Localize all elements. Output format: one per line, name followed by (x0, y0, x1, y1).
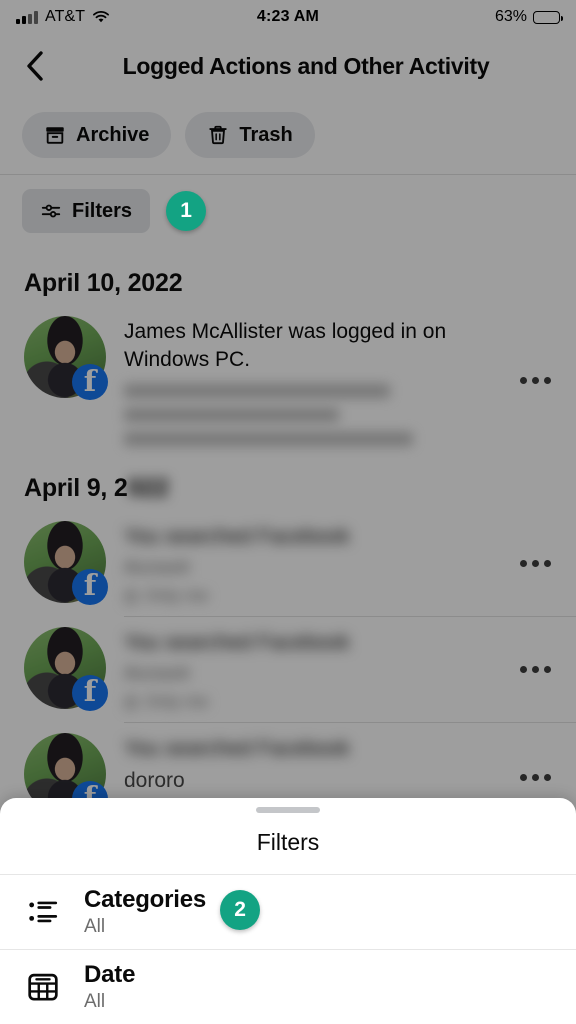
bulleted-list-icon (22, 891, 64, 933)
facebook-icon: f (72, 674, 108, 711)
activity-subtitle: dororo (124, 768, 185, 792)
page-title: Logged Actions and Other Activity (122, 52, 490, 79)
date-header-text-blurred: 022 (127, 473, 169, 502)
lock-icon (125, 589, 137, 604)
filter-row-text: Categories All (84, 886, 206, 938)
filter-value: All (84, 991, 106, 1012)
activity-row[interactable]: f You searched Facebook Account Only me (0, 617, 576, 722)
activity-meta-text: Only me (145, 691, 209, 711)
back-button[interactable] (18, 49, 52, 83)
avatar: f (24, 520, 108, 605)
activity-meta: Only me (124, 586, 494, 606)
activity-title: You searched Facebook (124, 524, 350, 548)
step-badge-2: 2 (220, 890, 261, 930)
blurred-detail (124, 383, 391, 398)
date-header-text: April 9, 2 (24, 473, 128, 502)
archive-button[interactable]: Archive (22, 112, 172, 158)
activity-meta-text: Only me (145, 585, 209, 605)
activity-row-body: You searched Facebook Account Only me (124, 627, 494, 712)
more-options-icon[interactable] (512, 665, 558, 673)
archive-label: Archive (76, 123, 150, 146)
status-bar-right: 63% (494, 8, 563, 26)
activity-row[interactable]: f James McAllister was logged in on Wind… (0, 306, 576, 456)
status-bar: AT&T 4:23 AM 63% (0, 0, 576, 34)
facebook-icon: f (72, 364, 108, 400)
date-header: April 9, 2022 (0, 456, 576, 511)
filters-button[interactable]: Filters (22, 189, 151, 233)
filters-label: Filters (72, 199, 133, 222)
filter-value: All (84, 916, 106, 937)
filter-row-date[interactable]: Date All (0, 949, 576, 1024)
activity-feed: April 10, 2022 f James McAllister was lo… (0, 251, 576, 833)
phone-screen: AT&T 4:23 AM 63% Logged Actions and Othe (0, 0, 576, 1024)
date-header-text: April 10, 2022 (24, 269, 183, 297)
activity-subtitle: Account (124, 556, 190, 577)
more-options-icon[interactable] (512, 774, 558, 782)
step-badge-1: 1 (166, 191, 207, 231)
archive-box-icon (46, 127, 64, 144)
filter-row-text: Date All (84, 961, 135, 1013)
facebook-icon: f (72, 568, 108, 605)
archive-trash-toolbar: Archive Trash (0, 98, 576, 175)
activity-meta: Only me (124, 692, 494, 712)
activity-title: You searched Facebook (124, 630, 350, 654)
blurred-detail (124, 407, 339, 422)
sheet-title: Filters (256, 829, 320, 855)
trash-button[interactable]: Trash (185, 112, 315, 158)
activity-row-body: James McAllister was logged in on Window… (124, 316, 494, 446)
activity-row[interactable]: f You searched Facebook Account Only me (0, 511, 576, 616)
filter-label: Categories (84, 886, 207, 913)
avatar: f (24, 626, 108, 711)
filters-bottom-sheet: Filters Categories All 2 Date All (0, 798, 576, 1024)
chevron-left-icon (27, 51, 43, 81)
calendar-grid-icon (22, 966, 64, 1008)
avatar: f (24, 316, 108, 400)
nav-header: Logged Actions and Other Activity (0, 34, 576, 98)
activity-title: You searched Facebook (124, 736, 350, 760)
more-options-icon[interactable] (512, 377, 558, 385)
filters-toolbar: Filters 1 (0, 175, 576, 251)
activity-subtitle: Account (124, 662, 190, 683)
filter-row-categories[interactable]: Categories All 2 (0, 874, 576, 949)
blurred-detail (124, 431, 413, 446)
trash-can-icon (209, 125, 228, 145)
trash-label: Trash (239, 123, 293, 146)
more-options-icon[interactable] (512, 559, 558, 567)
battery-icon (533, 10, 563, 24)
activity-row-body: You searched Facebook Account Only me (124, 521, 494, 606)
sliders-icon (41, 204, 61, 218)
date-header: April 10, 2022 (0, 251, 576, 306)
status-bar-clock: 4:23 AM (256, 8, 320, 25)
filter-label: Date (84, 961, 136, 988)
lock-icon (125, 694, 137, 709)
activity-title: James McAllister was logged in on Window… (124, 320, 447, 371)
battery-percent-label: 63% (494, 8, 527, 25)
